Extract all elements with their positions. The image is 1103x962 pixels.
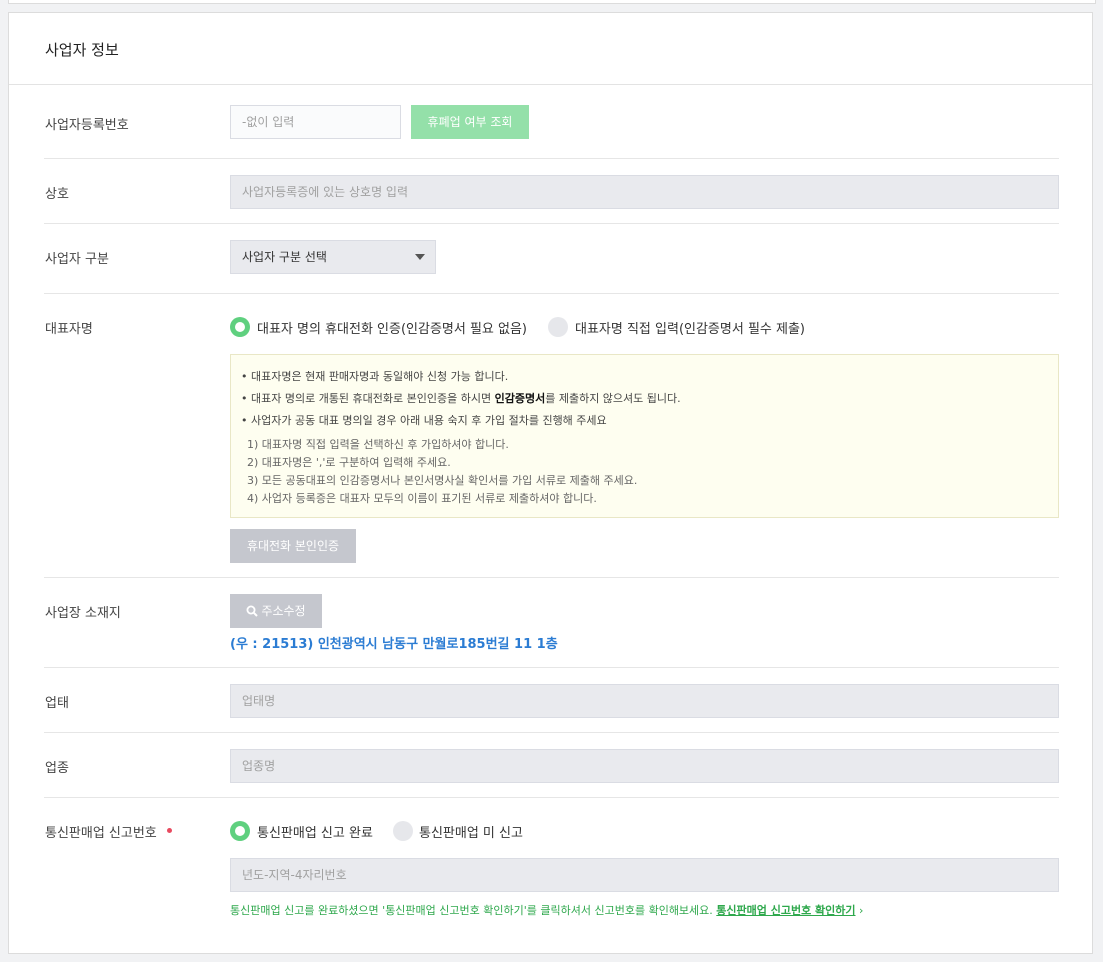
row-divider [44,293,1059,294]
search-icon [246,605,259,617]
notice-line: • 대표자명은 현재 판매자명과 동일해야 신청 가능 합니다. [241,370,509,383]
radio-report-none[interactable] [393,821,413,841]
biz-status-check-button[interactable]: 휴폐업 여부 조회 [411,105,529,139]
representative-notice-box: • 대표자명은 현재 판매자명과 동일해야 신청 가능 합니다. • 대표자 명… [230,354,1059,518]
notice-subline: 1) 대표자명 직접 입력을 선택하신 후 가입하셔야 합니다. [247,438,509,451]
ecommerce-help-text: 통신판매업 신고를 완료하셨으면 '통신판매업 신고번호 확인하기'를 클릭하셔… [230,904,864,917]
address-value: (우 : 21513) 인천광역시 남동구 만월로185번길 11 1층 [230,637,558,652]
business-info-panel: 사업자 정보 사업자등록번호 휴폐업 여부 조회 상호 사업자 구분 사업자 구… [8,12,1093,954]
radio-direct-input[interactable] [548,317,568,337]
notice-line: • 대표자 명의로 개통된 휴대전화로 본인인증을 하시면 인감증명서를 제출하… [241,392,681,405]
row-divider [44,223,1059,224]
notice-subline: 2) 대표자명은 ','로 구분하여 입력해 주세요. [247,456,451,469]
required-dot-icon [167,828,172,833]
business-item-input[interactable] [230,749,1059,783]
radio-report-done-label[interactable]: 통신판매업 신고 완료 [257,822,373,841]
ecommerce-report-number-input[interactable] [230,858,1059,892]
radio-report-none-label[interactable]: 통신판매업 미 신고 [419,822,523,841]
radio-phone-verify-selected[interactable] [230,317,250,337]
notice-emphasis: 인감증명서 [494,392,546,405]
notice-subline: 3) 모든 공동대표의 인감증명서나 본인서명사실 확인서를 가입 서류로 제출… [247,474,638,487]
radio-direct-input-label[interactable]: 대표자명 직접 입력(인감증명서 필수 제출) [575,318,805,337]
ecommerce-report-label: 통신판매업 신고번호 [45,826,157,841]
biz-type-selected-value: 사업자 구분 선택 [242,250,327,264]
row-divider [44,577,1059,578]
phone-verify-button[interactable]: 휴대전화 본인인증 [230,529,356,563]
row-divider [44,732,1059,733]
radio-report-done-selected[interactable] [230,821,250,841]
title-divider [9,84,1092,85]
business-condition-input[interactable] [230,684,1059,718]
row-divider [44,797,1059,798]
address-label: 사업장 소재지 [45,606,121,621]
biz-type-select[interactable]: 사업자 구분 선택 [230,240,436,274]
biz-reg-no-label: 사업자등록번호 [45,118,129,133]
chevron-right-icon: › [859,904,864,917]
row-divider [44,158,1059,159]
section-title: 사업자 정보 [45,41,119,59]
radio-phone-verify-label[interactable]: 대표자 명의 휴대전화 인증(인감증명서 필요 없음) [257,318,527,337]
notice-line: • 사업자가 공동 대표 명의일 경우 아래 내용 숙지 후 가입 절차를 진행… [241,414,607,427]
biz-reg-no-input[interactable] [230,105,401,139]
caret-down-icon [415,254,425,260]
business-condition-label: 업태 [45,696,69,711]
report-number-check-link[interactable]: 통신판매업 신고번호 확인하기 [716,904,855,917]
company-name-label: 상호 [45,187,69,202]
row-divider [44,667,1059,668]
company-name-input[interactable] [230,175,1059,209]
biz-type-label: 사업자 구분 [45,252,109,267]
previous-panel-edge [8,0,1096,4]
address-edit-button[interactable]: 주소수정 [230,594,322,628]
address-edit-label: 주소수정 [261,604,306,618]
representative-label: 대표자명 [45,322,93,337]
business-item-label: 업종 [45,761,69,776]
notice-subline: 4) 사업자 등록증은 대표자 모두의 이름이 표기된 서류로 제출하셔야 합니… [247,492,597,505]
